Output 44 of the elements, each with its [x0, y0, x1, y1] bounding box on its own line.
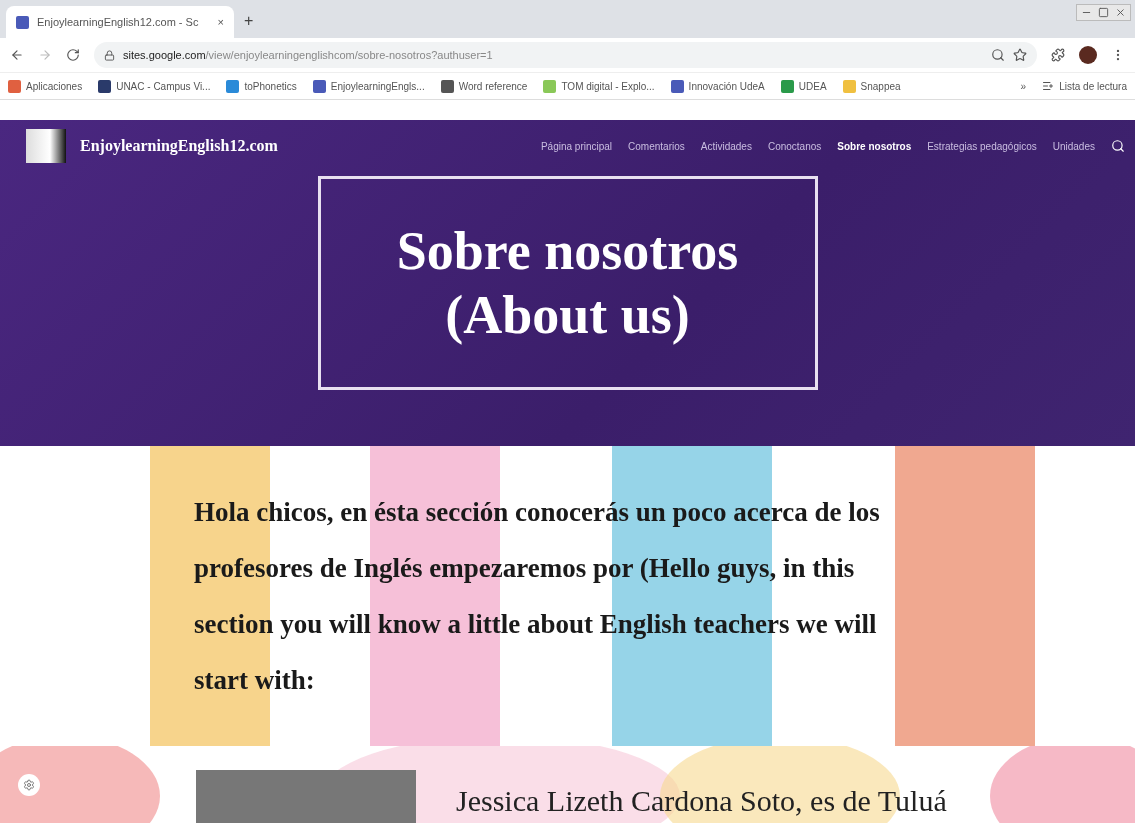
nav-link[interactable]: Sobre nosotros — [837, 140, 912, 152]
nav-link[interactable]: Estrategias pedagógicos — [927, 140, 1037, 152]
bookmark-item[interactable]: Word reference — [440, 79, 528, 93]
zoom-icon[interactable] — [991, 48, 1005, 62]
bookmark-item[interactable]: Aplicaciones — [8, 79, 83, 93]
profile-avatar[interactable] — [1079, 46, 1097, 64]
nav-link[interactable]: Unidades — [1052, 140, 1095, 152]
more-bookmarks-button[interactable]: » — [1020, 80, 1027, 92]
site-name: EnjoylearningEnglish12.com — [80, 137, 278, 155]
maximize-icon[interactable] — [1098, 7, 1109, 18]
gear-icon — [23, 779, 35, 791]
bookmark-item[interactable]: toPhonetics — [226, 79, 297, 93]
star-icon[interactable] — [1013, 48, 1027, 62]
back-icon[interactable] — [10, 48, 24, 62]
url-text: sites.google.com/view/enjoylearningenglishcom/sobre-nosotros?authuser=1 — [123, 49, 493, 61]
bookmark-item[interactable]: Snappea — [842, 79, 901, 93]
bookmark-item[interactable]: EnjoylearningEngls... — [312, 79, 425, 93]
puzzle-icon[interactable] — [1051, 48, 1065, 62]
reload-icon[interactable] — [66, 48, 80, 62]
close-icon[interactable] — [1115, 7, 1126, 18]
nav-link[interactable]: Página principal — [540, 140, 613, 152]
intro-paragraph: Hola chicos, en ésta sección conocerás un poco acerca de los profesores de Inglés empezaremos por (Hello guys, in this section you will know a little about English teachers we will start with: — [194, 496, 881, 697]
profile-heading: Jessica Lizeth Cardona Soto, es de Tuluá — [456, 784, 947, 818]
bookmark-item[interactable]: UDEA — [780, 79, 827, 93]
search-icon[interactable] — [1111, 139, 1125, 153]
nav-link[interactable]: Conoctanos — [767, 140, 822, 152]
nav-link[interactable]: Actividades — [700, 140, 752, 152]
site-favicon-icon — [16, 15, 29, 29]
bookmark-item[interactable]: UNAC - Campus Vi... — [98, 79, 211, 93]
settings-button[interactable] — [18, 774, 40, 796]
address-bar[interactable]: sites.google.com/view/enjoylearningenglishcom/sobre-nosotros?authuser=1 — [94, 42, 1037, 68]
bookmark-item[interactable]: Innovación UdeA — [670, 79, 765, 93]
reading-list-icon[interactable] — [1042, 80, 1055, 92]
page-title: Sobre nosotros — [396, 220, 739, 283]
tab-title: EnjoylearningEnglish12.com - Sc — [37, 16, 200, 28]
page-title: (About us) — [445, 284, 690, 347]
browser-tab[interactable]: EnjoylearningEnglish12.com - Sc × — [6, 6, 234, 38]
reading-list-button[interactable]: Lista de lectura — [1042, 80, 1127, 92]
nav-link[interactable]: Comentarios — [628, 140, 685, 152]
bookmark-item[interactable]: TOM digital - Explo... — [543, 79, 655, 93]
lock-icon[interactable] — [104, 49, 115, 61]
tab-close-button[interactable]: × — [217, 16, 224, 28]
new-tab-button[interactable]: + — [240, 12, 258, 38]
logo-picture — [26, 129, 66, 163]
